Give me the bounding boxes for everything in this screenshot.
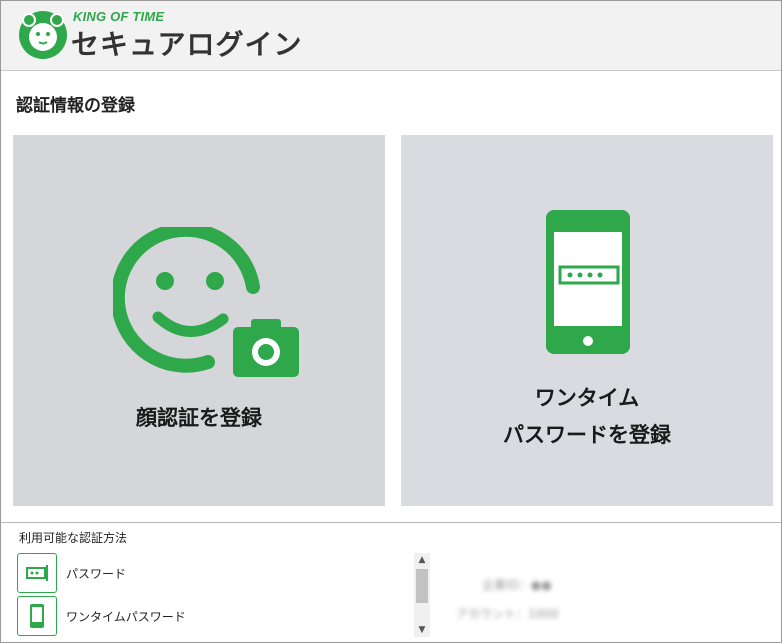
register-otp-tile[interactable]: ワンタイム パスワードを登録 xyxy=(401,135,773,506)
method-item-otp[interactable]: ワンタイムパスワード xyxy=(17,596,397,636)
scroll-up-icon[interactable]: ▲ xyxy=(414,553,430,567)
register-otp-label-line1: ワンタイム xyxy=(534,386,640,410)
method-label-otp: ワンタイムパスワード xyxy=(66,610,186,624)
header: KING OF TIME セキュアログイン xyxy=(1,1,781,71)
method-item-password[interactable]: パスワード xyxy=(17,553,397,593)
scroll-down-icon[interactable]: ▼ xyxy=(414,623,430,637)
password-icon xyxy=(17,553,57,593)
company-id: 企業ID：●● xyxy=(482,578,552,592)
methods-scrollbar[interactable]: ▲ ▼ xyxy=(414,553,430,637)
brand-small: KING OF TIME xyxy=(73,9,165,24)
lion-logo-icon xyxy=(19,11,67,59)
method-label-password: パスワード xyxy=(66,567,127,581)
smartphone-icon xyxy=(17,596,57,636)
face-camera-icon xyxy=(113,227,299,377)
page-title: 認証情報の登録 xyxy=(16,96,135,116)
brand-title: セキュアログイン xyxy=(71,28,303,61)
register-face-auth-label: 顔認証を登録 xyxy=(136,406,262,430)
smartphone-password-icon xyxy=(546,210,630,354)
register-otp-label-line2: パスワードを登録 xyxy=(503,423,671,447)
methods-title: 利用可能な認証方法 xyxy=(19,531,128,545)
scroll-thumb[interactable] xyxy=(416,569,428,603)
divider xyxy=(1,522,781,523)
account-id: アカウント：1000 xyxy=(456,607,559,621)
register-face-auth-tile[interactable]: 顔認証を登録 xyxy=(13,135,385,506)
